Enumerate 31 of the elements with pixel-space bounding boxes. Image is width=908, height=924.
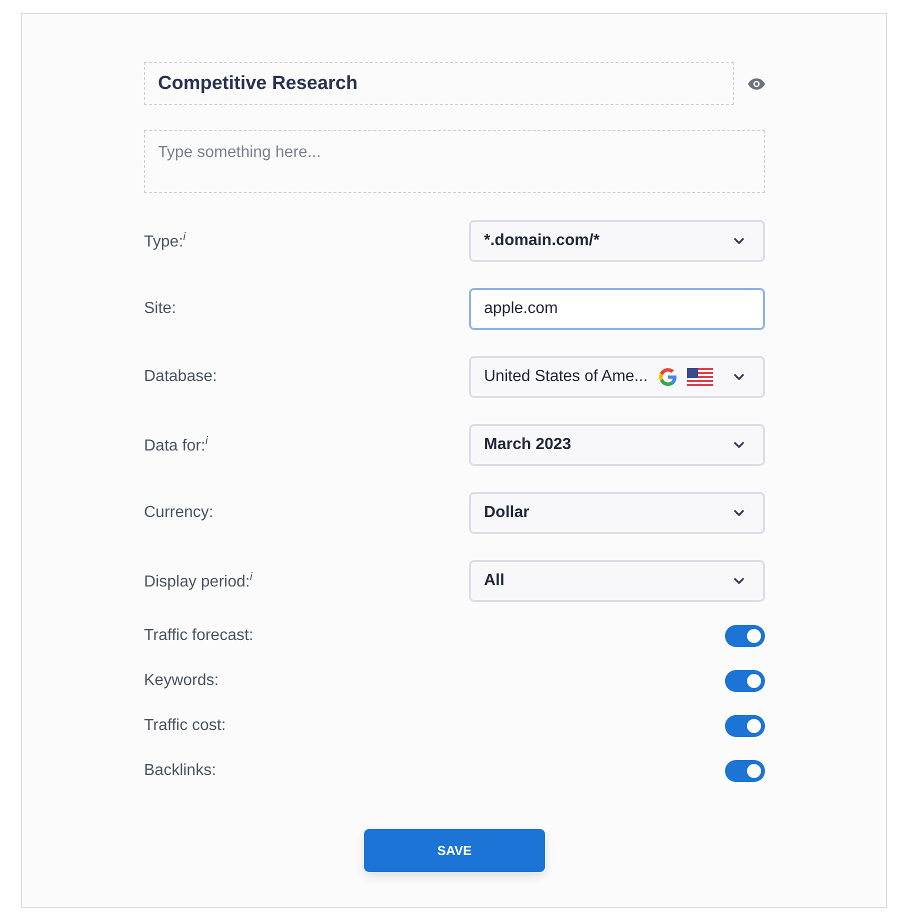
site-input[interactable]: apple.com bbox=[469, 288, 765, 330]
chevron-down-icon bbox=[733, 373, 745, 381]
toggle-switch[interactable] bbox=[725, 670, 765, 692]
toggle-label: Keywords: bbox=[144, 672, 219, 690]
dropdown[interactable]: Dollar bbox=[469, 492, 765, 534]
dropdown[interactable]: March 2023 bbox=[469, 424, 765, 466]
field-label: Display period:$^{i}$ bbox=[144, 570, 252, 592]
database-dropdown[interactable]: United States of Ame... bbox=[469, 356, 765, 398]
flag-icon bbox=[687, 368, 713, 386]
chevron-down-icon bbox=[733, 237, 745, 245]
toggle-label: Traffic cost: bbox=[144, 717, 226, 735]
description-field[interactable]: Type something here... bbox=[144, 130, 765, 193]
google-icon bbox=[658, 367, 678, 387]
field-label: Type:$^{i}$ bbox=[144, 230, 186, 252]
toggle-switch[interactable] bbox=[725, 760, 765, 782]
chevron-down-icon bbox=[733, 577, 745, 585]
save-button[interactable]: SAVE bbox=[364, 829, 545, 872]
field-label: Database: bbox=[144, 368, 217, 386]
field-label: Data for:$^{i}$ bbox=[144, 434, 208, 456]
toggle-switch[interactable] bbox=[725, 625, 765, 647]
toggle-label: Backlinks: bbox=[144, 762, 216, 780]
field-label: Site: bbox=[144, 300, 176, 318]
field-label: Currency: bbox=[144, 504, 214, 522]
chevron-down-icon bbox=[733, 509, 745, 517]
chevron-down-icon bbox=[733, 441, 745, 449]
title-field[interactable]: Competitive Research bbox=[144, 62, 734, 105]
toggle-label: Traffic forecast: bbox=[144, 627, 254, 645]
dropdown[interactable]: *.domain.com/* bbox=[469, 220, 765, 262]
dropdown[interactable]: All bbox=[469, 560, 765, 602]
eye-icon[interactable] bbox=[748, 78, 765, 90]
toggle-switch[interactable] bbox=[725, 715, 765, 737]
